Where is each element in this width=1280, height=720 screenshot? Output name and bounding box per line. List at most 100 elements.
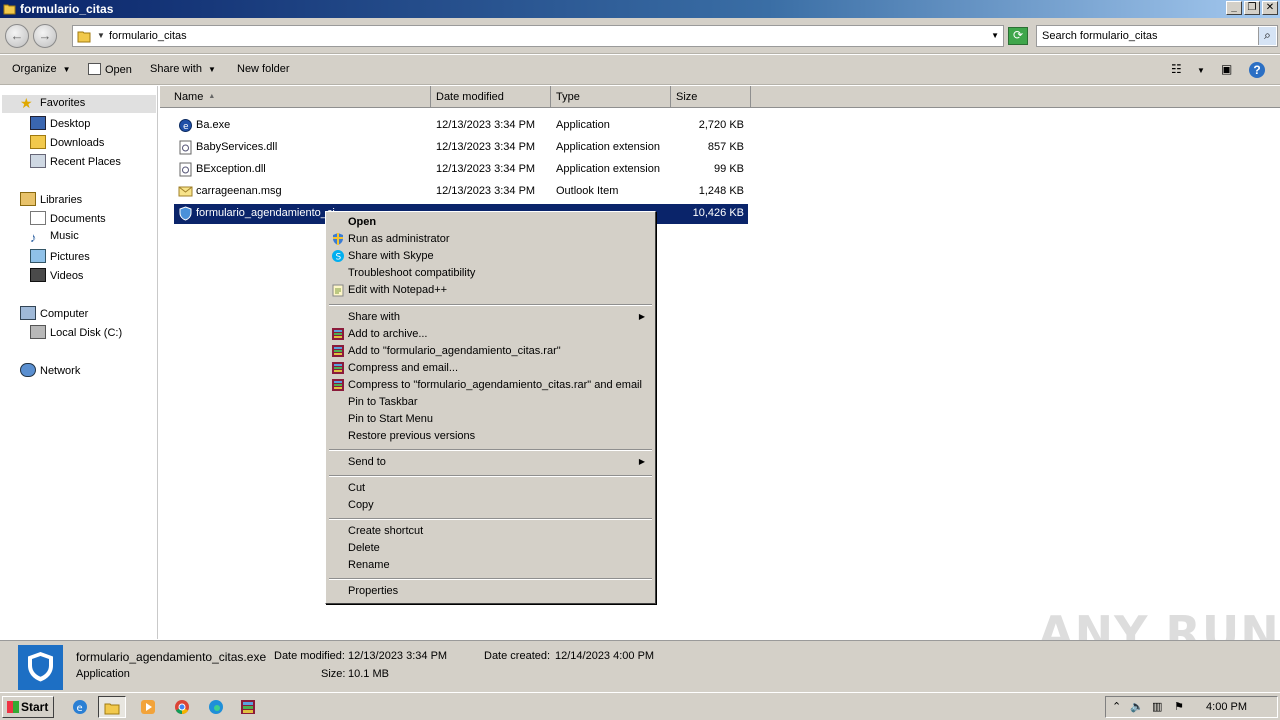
menu-item-restore-versions[interactable]: Restore previous versions <box>328 428 653 445</box>
menu-item-properties[interactable]: Properties <box>328 583 653 600</box>
breadcrumb-path[interactable]: formulario_citas <box>109 30 187 42</box>
restore-button[interactable]: ❐ <box>1244 1 1260 15</box>
menu-item-notepadpp[interactable]: Edit with Notepad++ <box>328 282 653 299</box>
menu-item-add-archive[interactable]: Add to archive... <box>328 326 653 343</box>
nav-downloads[interactable]: Downloads <box>30 135 104 153</box>
open-button[interactable]: Open <box>88 63 132 76</box>
nav-documents[interactable]: Documents <box>30 211 106 229</box>
menu-item-rename[interactable]: Rename <box>328 557 653 574</box>
system-tray: ⌃ 🔈 ▥ ⚑ 4:00 PM <box>1105 696 1278 718</box>
preview-pane-icon[interactable]: ▣ <box>1221 62 1232 76</box>
taskbar-ie[interactable]: e <box>66 696 94 718</box>
menu-item-send-to[interactable]: Send to ▶ <box>328 454 653 471</box>
tray-expand-icon[interactable]: ⌃ <box>1112 700 1121 713</box>
file-row[interactable]: e Ba.exe 12/13/2023 3:34 PM Application … <box>174 116 748 136</box>
forward-button[interactable]: → <box>33 24 57 48</box>
taskbar-explorer[interactable] <box>98 696 126 718</box>
menu-item-add-rar[interactable]: Add to "formulario_agendamiento_citas.ra… <box>328 343 653 360</box>
menu-item-pin-start[interactable]: Pin to Start Menu <box>328 411 653 428</box>
column-label: Date modified <box>436 91 504 103</box>
menu-item-share-with[interactable]: Share with ▶ <box>328 309 653 326</box>
column-header-name[interactable]: Name ▲ <box>160 86 431 108</box>
new-folder-button[interactable]: New folder <box>237 63 290 75</box>
breadcrumb-caret-icon[interactable]: ▼ <box>97 31 105 40</box>
nav-network[interactable]: Network <box>20 363 80 381</box>
share-with-button[interactable]: Share with ▼ <box>150 63 216 75</box>
view-dropdown-icon[interactable]: ▼ <box>1197 66 1205 75</box>
column-header-type[interactable]: Type <box>551 86 671 108</box>
downloads-icon <box>30 135 46 149</box>
drive-icon <box>30 325 46 339</box>
address-dropdown-icon[interactable]: ▼ <box>991 31 999 40</box>
menu-item-create-shortcut[interactable]: Create shortcut <box>328 523 653 540</box>
minimize-button[interactable]: _ <box>1226 1 1242 15</box>
file-row[interactable]: BabyServices.dll 12/13/2023 3:34 PM Appl… <box>174 138 748 158</box>
folder-icon <box>104 703 120 715</box>
menu-item-run-as-admin[interactable]: Run as administrator <box>328 231 653 248</box>
menu-item-compress-rar-email[interactable]: Compress to "formulario_agendamiento_cit… <box>328 377 653 394</box>
nav-computer[interactable]: Computer <box>20 306 88 324</box>
nav-label: Computer <box>40 308 89 320</box>
volume-icon[interactable]: 🔈 <box>1130 700 1144 713</box>
file-row[interactable]: carrageenan.msg 12/13/2023 3:34 PM Outlo… <box>174 182 748 202</box>
winrar-icon <box>332 362 344 374</box>
refresh-button[interactable]: ⟳ <box>1008 27 1028 45</box>
action-center-flag-icon[interactable]: ⚑ <box>1174 700 1184 713</box>
network-tray-icon[interactable]: ▥ <box>1152 700 1162 713</box>
nav-libraries[interactable]: Libraries <box>20 192 82 210</box>
details-date-modified: 12/13/2023 3:34 PM <box>348 650 448 662</box>
nav-favorites[interactable]: ★ Favorites <box>2 95 156 113</box>
column-header-size[interactable]: Size <box>671 86 751 108</box>
msg-icon <box>178 186 193 197</box>
nav-desktop[interactable]: Desktop <box>30 116 90 134</box>
nav-recent-places[interactable]: Recent Places <box>30 154 121 172</box>
address-bar[interactable]: ▼ formulario_citas ▼ <box>72 25 1004 47</box>
organize-label: Organize <box>12 63 57 75</box>
menu-item-cut[interactable]: Cut <box>328 480 653 497</box>
menu-label: Properties <box>348 585 399 597</box>
nav-pictures[interactable]: Pictures <box>30 249 90 267</box>
view-options-icon[interactable]: ☷ <box>1171 62 1182 76</box>
close-button[interactable]: ✕ <box>1262 1 1278 15</box>
search-icon[interactable]: ⌕ <box>1258 27 1276 45</box>
menu-label: Share with Skype <box>348 250 434 262</box>
nav-label: Network <box>40 365 81 377</box>
file-name: BException.dll <box>196 163 266 175</box>
menu-item-open[interactable]: Open <box>328 214 653 231</box>
nav-label: Local Disk (C:) <box>50 327 123 339</box>
column-header-date[interactable]: Date modified <box>431 86 551 108</box>
dll-icon <box>179 162 192 177</box>
menu-item-pin-taskbar[interactable]: Pin to Taskbar <box>328 394 653 411</box>
menu-label: Open <box>348 216 377 228</box>
menu-label: Compress and email... <box>348 362 459 374</box>
title-bar[interactable]: formulario_citas _ ❐ ✕ <box>0 0 1280 18</box>
nav-videos[interactable]: Videos <box>30 268 83 286</box>
menu-item-copy[interactable]: Copy <box>328 497 653 514</box>
menu-item-delete[interactable]: Delete <box>328 540 653 557</box>
clock[interactable]: 4:00 PM <box>1206 701 1247 713</box>
back-button[interactable]: ← <box>5 24 29 48</box>
menu-item-share-skype[interactable]: S Share with Skype <box>328 248 653 265</box>
start-button[interactable]: Start <box>2 696 54 718</box>
taskbar-winrar[interactable] <box>234 696 262 718</box>
nav-music[interactable]: ♪ Music <box>30 230 79 248</box>
menu-label: Share with <box>348 311 400 323</box>
search-input[interactable] <box>1042 29 1252 43</box>
file-row[interactable]: BException.dll 12/13/2023 3:34 PM Applic… <box>174 160 748 180</box>
menu-label: Cut <box>348 482 366 494</box>
taskbar-media-player[interactable] <box>134 696 162 718</box>
nav-local-disk[interactable]: Local Disk (C:) <box>30 325 122 343</box>
help-icon[interactable]: ? <box>1249 62 1265 78</box>
documents-icon <box>30 211 46 225</box>
menu-item-compress-email[interactable]: Compress and email... <box>328 360 653 377</box>
menu-item-troubleshoot[interactable]: Troubleshoot compatibility <box>328 265 653 282</box>
file-size: 99 KB <box>714 163 744 175</box>
skype-icon: S <box>332 250 344 263</box>
menu-label: Edit with Notepad++ <box>348 284 448 296</box>
search-box[interactable]: ⌕ <box>1036 25 1278 47</box>
winrar-icon <box>332 328 344 340</box>
organize-button[interactable]: Organize ▼ <box>12 63 71 75</box>
taskbar-edge[interactable] <box>202 696 230 718</box>
windows-flag-icon <box>7 701 19 713</box>
taskbar-chrome[interactable] <box>168 696 196 718</box>
